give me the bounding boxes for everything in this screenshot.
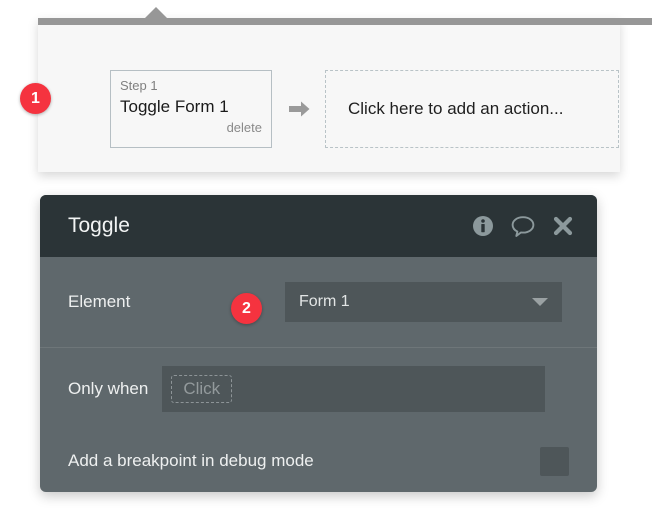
add-action-label: Click here to add an action...	[348, 99, 564, 118]
arrow-right-icon	[286, 96, 312, 122]
chevron-down-icon	[532, 298, 548, 306]
step-number-label: Step 1	[120, 78, 158, 93]
panel-title: Toggle	[68, 214, 130, 237]
step-title: Toggle Form 1	[120, 97, 229, 116]
close-icon[interactable]	[551, 214, 575, 238]
only-when-input[interactable]: Click	[162, 366, 546, 412]
workflow-panel: Step 1 Toggle Form 1 delete Click here t…	[38, 18, 620, 172]
only-when-row: Only when Click	[40, 348, 597, 430]
workflow-pointer-caret	[144, 7, 168, 19]
comment-icon[interactable]	[511, 214, 535, 238]
annotation-badge-1: 1	[20, 83, 51, 114]
add-action-box[interactable]: Click here to add an action...	[325, 70, 619, 148]
properties-panel: Toggle Element Form 1 Only when Click Ad…	[40, 195, 597, 492]
element-row: Element Form 1	[40, 257, 597, 348]
breakpoint-checkbox[interactable]	[540, 446, 569, 476]
panel-header: Toggle	[40, 195, 597, 257]
step-delete-link[interactable]: delete	[120, 120, 262, 136]
info-icon[interactable]	[471, 214, 495, 238]
breakpoint-row: Add a breakpoint in debug mode	[40, 430, 597, 492]
annotation-badge-2: 2	[231, 293, 262, 324]
element-dropdown-value: Form 1	[299, 293, 350, 310]
only-when-placeholder-chip: Click	[171, 375, 233, 403]
only-when-label: Only when	[68, 379, 149, 398]
workflow-step-box[interactable]: Step 1 Toggle Form 1 delete	[110, 70, 272, 148]
breakpoint-label: Add a breakpoint in debug mode	[68, 451, 314, 470]
workflow-top-bar	[38, 18, 652, 25]
element-dropdown[interactable]: Form 1	[285, 282, 562, 322]
